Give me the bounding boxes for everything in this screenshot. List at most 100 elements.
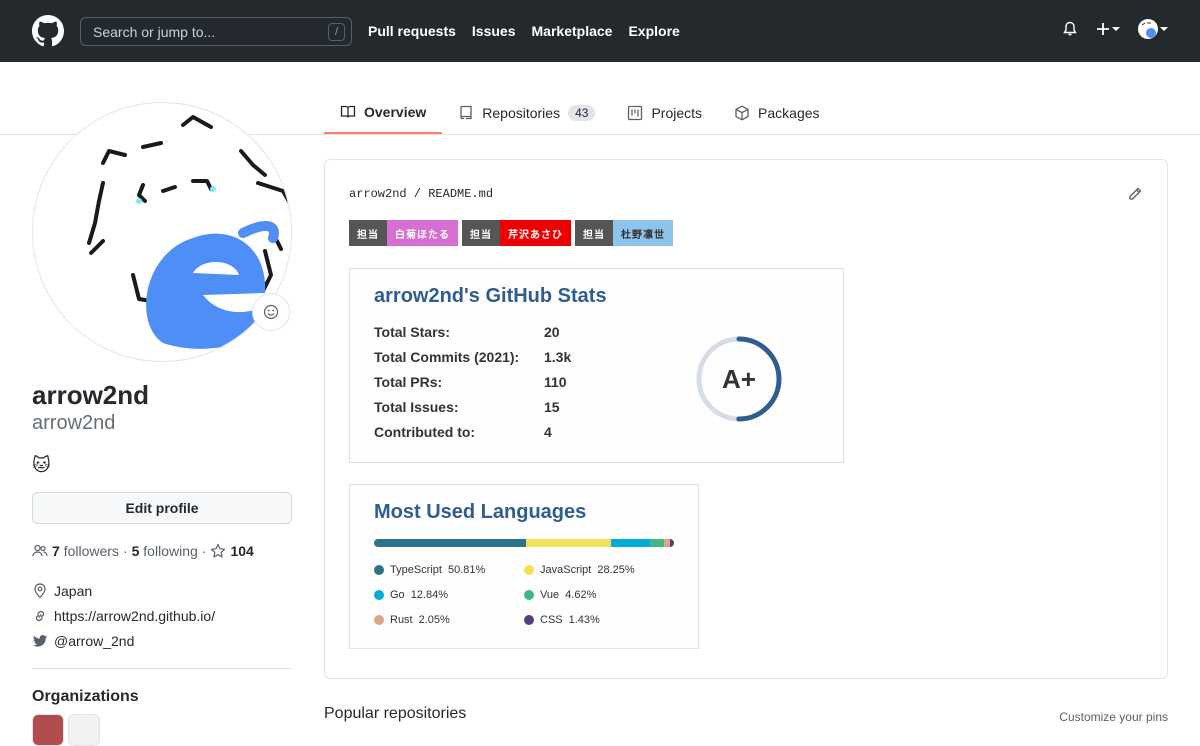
- website-row: https://arrow2nd.github.io/: [32, 608, 215, 624]
- profile-avatar[interactable]: [32, 102, 292, 362]
- follow-stats: 7 followers · 5 following · 104: [32, 543, 254, 559]
- stat-label: Total PRs:: [374, 374, 443, 390]
- language-name: Vue: [540, 589, 560, 601]
- top-header: Search or jump to... / Pull requests Iss…: [0, 0, 1200, 62]
- tab-packages[interactable]: Packages: [718, 92, 835, 134]
- main-nav: Pull requests Issues Marketplace Explore: [368, 23, 680, 39]
- following-link[interactable]: 5 following: [132, 543, 198, 559]
- separator-dot: ·: [201, 543, 207, 559]
- stat-label: Total Stars:: [374, 324, 450, 340]
- badge[interactable]: 担当 白菊ほたる: [349, 220, 458, 246]
- language-name: Go: [390, 589, 405, 601]
- pencil-icon[interactable]: [1127, 186, 1143, 202]
- language-bar-segment: [649, 539, 664, 547]
- package-icon: [735, 105, 749, 121]
- nav-pull-requests[interactable]: Pull requests: [368, 23, 456, 39]
- tab-projects[interactable]: Projects: [611, 92, 718, 134]
- language-percent: 28.25%: [597, 564, 635, 576]
- people-icon: [32, 544, 48, 557]
- readme-path: arrow2nd / README.md: [349, 187, 494, 201]
- tab-overview[interactable]: Overview: [324, 92, 443, 134]
- org-avatar[interactable]: [68, 714, 100, 746]
- nav-marketplace[interactable]: Marketplace: [532, 23, 613, 39]
- badge[interactable]: 担当 芹沢あさひ: [462, 220, 571, 246]
- project-icon: [628, 105, 643, 121]
- language-percent: 4.62%: [565, 589, 597, 601]
- bell-icon[interactable]: [1062, 21, 1078, 37]
- languages-card[interactable]: Most Used Languages TypeScript 50.81% Jav…: [349, 484, 699, 649]
- org-avatar[interactable]: [32, 714, 64, 746]
- edit-profile-button[interactable]: Edit profile: [32, 492, 292, 524]
- followers-link[interactable]: 7 followers: [52, 543, 119, 559]
- header-actions: [1062, 19, 1168, 39]
- sidebar-divider: [32, 668, 292, 669]
- stats-title: arrow2nd's GitHub Stats: [374, 285, 607, 307]
- stat-value: 1.3k: [544, 349, 572, 365]
- readme-file[interactable]: README.md: [428, 187, 493, 201]
- profile-bio: 🐱: [32, 455, 51, 475]
- language-percent: 12.84%: [410, 589, 448, 601]
- search-placeholder: Search or jump to...: [93, 24, 216, 40]
- language-name: CSS: [540, 614, 563, 626]
- rank-circle: A+: [696, 336, 782, 422]
- link-icon: [35, 610, 45, 622]
- profile-name: arrow2nd: [32, 380, 150, 410]
- stars-link[interactable]: 104: [210, 543, 254, 559]
- avatar: [1138, 19, 1158, 39]
- stat-label: Contributed to:: [374, 424, 476, 440]
- repo-count-badge: 43: [568, 105, 596, 121]
- language-item: CSS 1.43%: [524, 614, 600, 626]
- nav-explore[interactable]: Explore: [628, 23, 679, 39]
- badge-value: 芹沢あさひ: [500, 220, 571, 246]
- github-stats-card[interactable]: arrow2nd's GitHub Stats Total Stars: 20 …: [349, 268, 844, 463]
- language-name: Rust: [390, 614, 413, 626]
- user-menu[interactable]: [1138, 19, 1168, 39]
- stat-label: Total Commits (2021):: [374, 349, 520, 365]
- tab-label: Projects: [651, 105, 703, 121]
- organizations-heading: Organizations: [32, 688, 139, 705]
- following-label: following: [143, 543, 198, 559]
- language-dot: [374, 615, 384, 625]
- popular-repositories-heading: Popular repositories: [324, 705, 467, 722]
- stat-value: 110: [544, 374, 567, 390]
- profile-username: arrow2nd: [32, 412, 116, 434]
- language-percent: 50.81%: [447, 564, 486, 576]
- language-name: TypeScript: [390, 564, 442, 576]
- language-item: Go 12.84%: [374, 589, 448, 601]
- badge[interactable]: 担当 杜野凛世: [575, 220, 673, 246]
- language-bar-segment: [374, 539, 527, 547]
- badge-label: 担当: [462, 220, 500, 246]
- location-text: Japan: [54, 583, 93, 599]
- separator-dot: ·: [122, 543, 128, 559]
- chevron-down-icon: [1160, 27, 1168, 31]
- readme-owner[interactable]: arrow2nd: [349, 187, 407, 201]
- following-count: 5: [131, 543, 140, 559]
- badge-label: 担当: [349, 220, 387, 246]
- tab-repositories[interactable]: Repositories 43: [442, 92, 611, 134]
- twitter-icon: [33, 635, 47, 647]
- set-status-button[interactable]: [252, 293, 290, 331]
- profile-readme: arrow2nd / README.md 担当 白菊ほたる 担当 芹沢あさひ 担…: [324, 159, 1168, 679]
- tab-label: Repositories: [482, 105, 561, 121]
- search-input[interactable]: Search or jump to... /: [80, 17, 352, 46]
- language-percent: 2.05%: [418, 614, 450, 626]
- avatar-drawing: [87, 115, 291, 349]
- profile-tabs: Overview Repositories 43 Projects Packag…: [324, 92, 836, 134]
- create-new-menu[interactable]: [1096, 22, 1120, 36]
- language-item: TypeScript 50.81%: [374, 564, 485, 576]
- star-icon: [211, 543, 226, 558]
- language-dot: [524, 615, 534, 625]
- language-dot: [374, 565, 384, 575]
- followers-label: followers: [63, 543, 119, 559]
- customize-pins-link[interactable]: Customize your pins: [1059, 710, 1168, 724]
- language-bar-segment: [669, 539, 674, 547]
- language-percent: 1.43%: [568, 614, 600, 626]
- stat-value: 4: [544, 424, 552, 440]
- github-logo-icon[interactable]: [32, 15, 64, 47]
- nav-issues[interactable]: Issues: [472, 23, 516, 39]
- twitter-row: @arrow_2nd: [32, 633, 134, 649]
- languages-bar: [374, 539, 674, 547]
- website-link[interactable]: https://arrow2nd.github.io/: [54, 608, 215, 624]
- twitter-link[interactable]: @arrow_2nd: [54, 633, 134, 649]
- languages-title: Most Used Languages: [374, 501, 587, 523]
